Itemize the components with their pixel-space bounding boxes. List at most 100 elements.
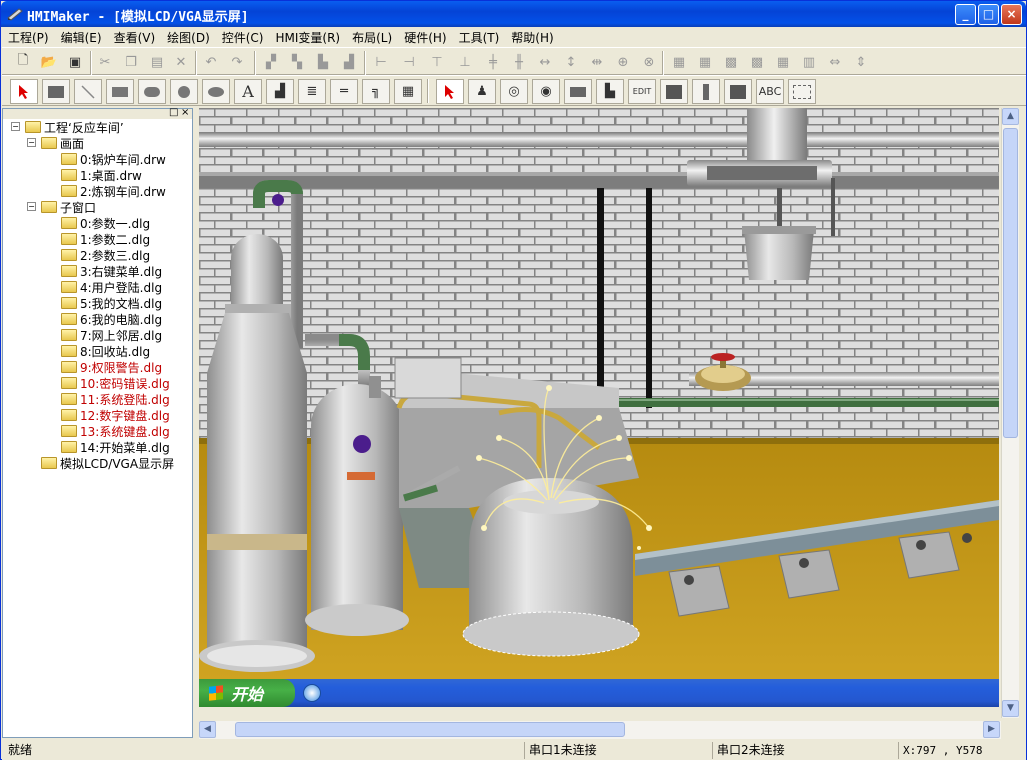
start-button[interactable]: 开始 <box>199 679 295 707</box>
ellipse-icon[interactable] <box>202 79 230 104</box>
center-v-icon[interactable]: ▦ <box>694 51 716 73</box>
label-control-icon[interactable]: ABC <box>756 79 784 104</box>
same-width-icon[interactable]: ↔ <box>534 51 556 73</box>
hmi-scene-canvas[interactable] <box>199 108 999 679</box>
minimize-button[interactable]: _ <box>955 4 976 25</box>
chart-control-icon[interactable]: ▙ <box>596 79 624 104</box>
forward-icon[interactable]: ▙ <box>312 51 334 73</box>
tree-item-dialog[interactable]: 6:我的电脑.dlg <box>61 311 162 327</box>
scroll-left-button[interactable]: ◀ <box>199 721 216 738</box>
image-tool-icon[interactable]: ▟ <box>266 79 294 104</box>
align-right-icon[interactable]: ⊣ <box>398 51 420 73</box>
delete-icon[interactable]: ✕ <box>170 51 192 73</box>
select-arrow-icon[interactable] <box>10 79 38 104</box>
maximize-button[interactable]: □ <box>978 4 999 25</box>
tree-item-dialog[interactable]: 0:参数一.dlg <box>61 215 150 231</box>
tree-item-dialog[interactable]: 2:参数三.dlg <box>61 247 150 263</box>
fit-height-icon[interactable]: ⇕ <box>850 51 872 73</box>
same-size-icon[interactable]: ⇹ <box>586 51 608 73</box>
ungroup-icon[interactable]: ▩ <box>746 51 768 73</box>
ie-quicklaunch-icon[interactable] <box>303 684 321 702</box>
indicator-icon[interactable]: ◉ <box>532 79 560 104</box>
menu-hardware[interactable]: 硬件(H) <box>398 27 452 48</box>
tree-item-dialog[interactable]: 8:回收站.dlg <box>61 343 150 359</box>
center-h-icon[interactable]: ▦ <box>668 51 690 73</box>
backward-icon[interactable]: ▟ <box>338 51 360 73</box>
same-height-icon[interactable]: ↕ <box>560 51 582 73</box>
bring-front-icon[interactable]: ▞ <box>260 51 282 73</box>
close-button[interactable]: × <box>1001 4 1022 25</box>
align-hcenter-icon[interactable]: ╪ <box>482 51 504 73</box>
scroll-right-button[interactable]: ▶ <box>983 721 1000 738</box>
tree-collapse-toggle[interactable]: − <box>11 122 20 131</box>
group-box-icon[interactable] <box>788 79 816 104</box>
save-all-icon[interactable]: ▣ <box>64 51 86 73</box>
menu-draw[interactable]: 绘图(D) <box>161 27 216 48</box>
tree-item-dialog[interactable]: 9:权限警告.dlg <box>61 359 162 375</box>
project-tree[interactable]: □ × − 工程‘反应车间’ − 画面 0:锅炉车间.drw 1:桌面.drw 2:炼钢车间… <box>2 107 193 738</box>
paste-icon[interactable]: ▤ <box>146 51 168 73</box>
menu-edit[interactable]: 编辑(E) <box>55 27 108 48</box>
fit-width-icon[interactable]: ⇔ <box>824 51 846 73</box>
tree-collapse-toggle[interactable]: − <box>27 202 36 211</box>
tree-item-project[interactable]: − 工程‘反应车间’ <box>11 119 124 135</box>
align-bottom-icon[interactable]: ⊥ <box>454 51 476 73</box>
tree-item-dialog[interactable]: 3:右键菜单.dlg <box>61 263 162 279</box>
tree-item-dialog[interactable]: 1:参数二.dlg <box>61 231 150 247</box>
joystick-icon[interactable]: ♟ <box>468 79 496 104</box>
menu-help[interactable]: 帮助(H) <box>505 27 559 48</box>
pipe-h-icon[interactable]: ═ <box>330 79 358 104</box>
grid-icon[interactable]: ▦ <box>772 51 794 73</box>
scroll-up-button[interactable]: ▲ <box>1002 108 1019 125</box>
panel-icon[interactable] <box>660 79 688 104</box>
control-select-arrow-icon[interactable] <box>436 79 464 104</box>
rounded-rect-icon[interactable] <box>138 79 166 104</box>
tree-close-button[interactable]: × <box>181 107 189 118</box>
lock-icon[interactable]: ▥ <box>798 51 820 73</box>
send-back-icon[interactable]: ▚ <box>286 51 308 73</box>
text-tool-icon[interactable]: A <box>234 79 262 104</box>
open-folder-icon[interactable]: 📂 <box>38 51 60 73</box>
menu-hmi-vars[interactable]: HMI变量(R) <box>270 27 347 48</box>
tree-item-dialog[interactable]: 11:系统登陆.dlg <box>61 391 170 407</box>
filled-rect-icon[interactable] <box>42 79 70 104</box>
edit-box-icon[interactable]: EDIT <box>628 79 656 104</box>
tree-item-dialog[interactable]: 7:网上邻居.dlg <box>61 327 162 343</box>
space-v-icon[interactable]: ⊗ <box>638 51 660 73</box>
tree-item-screen[interactable]: 1:桌面.drw <box>61 167 142 183</box>
tree-item-dialog[interactable]: 13:系统键盘.dlg <box>61 423 170 439</box>
horizontal-scrollbar[interactable]: ◀ ▶ <box>199 721 1001 739</box>
tree-restore-button[interactable]: □ <box>169 107 178 118</box>
new-file-icon[interactable]: 🗋 <box>12 51 34 73</box>
copy-icon[interactable]: ❐ <box>120 51 142 73</box>
tree-item-dialog[interactable]: 12:数字键盘.dlg <box>61 407 170 423</box>
tree-item-screen[interactable]: 0:锅炉车间.drw <box>61 151 166 167</box>
scroll-down-button[interactable]: ▼ <box>1002 700 1019 717</box>
menu-view[interactable]: 查看(V) <box>108 27 162 48</box>
tree-collapse-toggle[interactable]: − <box>27 138 36 147</box>
menu-project[interactable]: 工程(P) <box>2 27 55 48</box>
menu-tools[interactable]: 工具(T) <box>453 27 506 48</box>
frame-icon[interactable] <box>724 79 752 104</box>
tree-item-dialogs[interactable]: − 子窗口 <box>27 199 96 215</box>
tree-item-dialog[interactable]: 4:用户登陆.dlg <box>61 279 162 295</box>
line-icon[interactable] <box>74 79 102 104</box>
circle-icon[interactable] <box>170 79 198 104</box>
menu-controls[interactable]: 控件(C) <box>216 27 270 48</box>
space-h-icon[interactable]: ⊕ <box>612 51 634 73</box>
tree-item-dialog[interactable]: 14:开始菜单.dlg <box>61 439 170 455</box>
vertical-scroll-thumb[interactable] <box>1003 128 1018 438</box>
tree-item-dialog[interactable]: 5:我的文档.dlg <box>61 295 162 311</box>
rect-icon[interactable] <box>106 79 134 104</box>
button-control-icon[interactable] <box>564 79 592 104</box>
table-tool-icon[interactable]: ▦ <box>394 79 422 104</box>
slider-control-icon[interactable] <box>692 79 720 104</box>
align-left-icon[interactable]: ⊢ <box>370 51 392 73</box>
tree-item-screen[interactable]: 2:炼钢车间.drw <box>61 183 166 199</box>
knob-icon[interactable]: ◎ <box>500 79 528 104</box>
horizontal-scroll-thumb[interactable] <box>235 722 625 737</box>
undo-icon[interactable]: ↶ <box>200 51 222 73</box>
tree-item-display[interactable]: 模拟LCD/VGA显示屏 <box>41 455 174 471</box>
redo-icon[interactable]: ↷ <box>226 51 248 73</box>
tree-item-dialog[interactable]: 10:密码错误.dlg <box>61 375 170 391</box>
